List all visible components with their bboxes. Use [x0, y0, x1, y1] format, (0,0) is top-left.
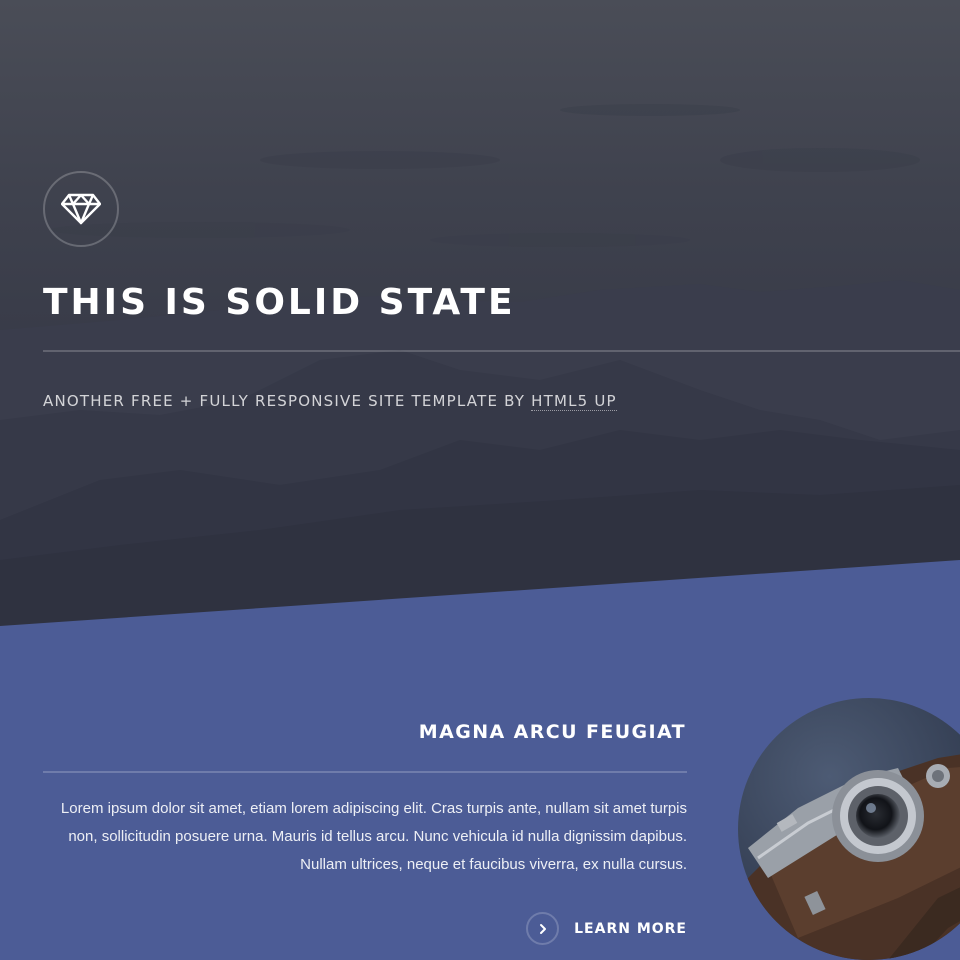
diamond-icon — [61, 193, 101, 225]
banner: THIS IS SOLID STATE ANOTHER FREE + FULLY… — [0, 0, 960, 640]
page: THIS IS SOLID STATE ANOTHER FREE + FULLY… — [0, 0, 960, 960]
section-title: MAGNA ARCU FEUGIAT — [418, 721, 686, 743]
tagline-text: ANOTHER FREE + FULLY RESPONSIVE SITE TEM… — [43, 392, 532, 410]
section-divider — [43, 771, 687, 773]
camera-photo — [738, 698, 960, 960]
learn-more-link[interactable]: LEARN MORE — [526, 912, 687, 945]
site-title: THIS IS SOLID STATE — [43, 282, 516, 323]
tagline: ANOTHER FREE + FULLY RESPONSIVE SITE TEM… — [43, 389, 617, 413]
section-body: Lorem ipsum dolor sit amet, etiam lorem … — [60, 800, 687, 873]
logo — [43, 171, 119, 247]
learn-more-arrow — [526, 912, 560, 945]
learn-more-label: LEARN MORE — [574, 920, 687, 937]
title-divider — [43, 350, 960, 352]
chevron-right-icon — [539, 923, 546, 934]
html5-up-link[interactable]: HTML5 UP — [531, 392, 617, 411]
